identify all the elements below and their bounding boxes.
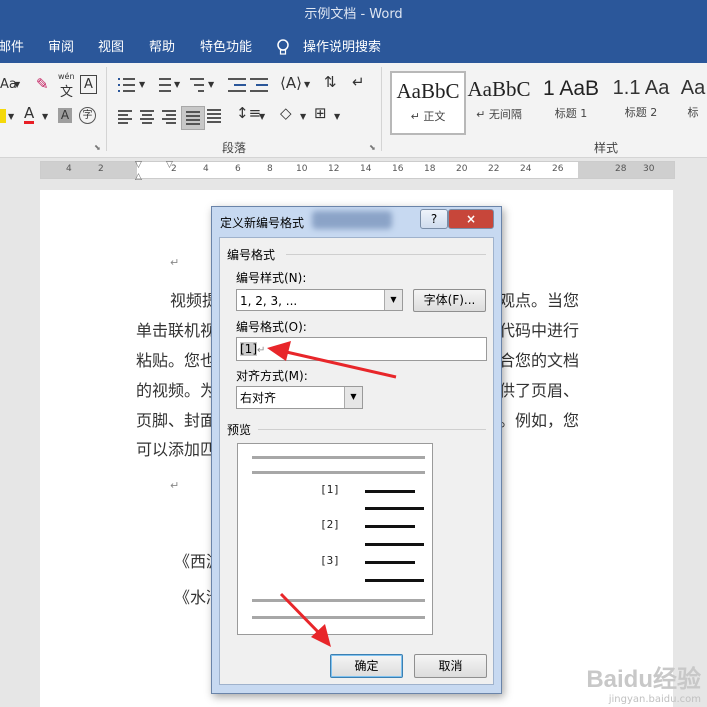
watermark-url: jingyan.baidu.com xyxy=(608,694,701,705)
annotation-arrow xyxy=(281,349,397,379)
watermark: Baidu经验 jingyan.baidu.com xyxy=(586,659,701,705)
annotation-arrows xyxy=(267,341,397,647)
watermark-brand: Baidu经验 xyxy=(586,666,701,693)
annotation-arrow xyxy=(279,592,325,639)
arrowhead-icon xyxy=(267,341,291,361)
